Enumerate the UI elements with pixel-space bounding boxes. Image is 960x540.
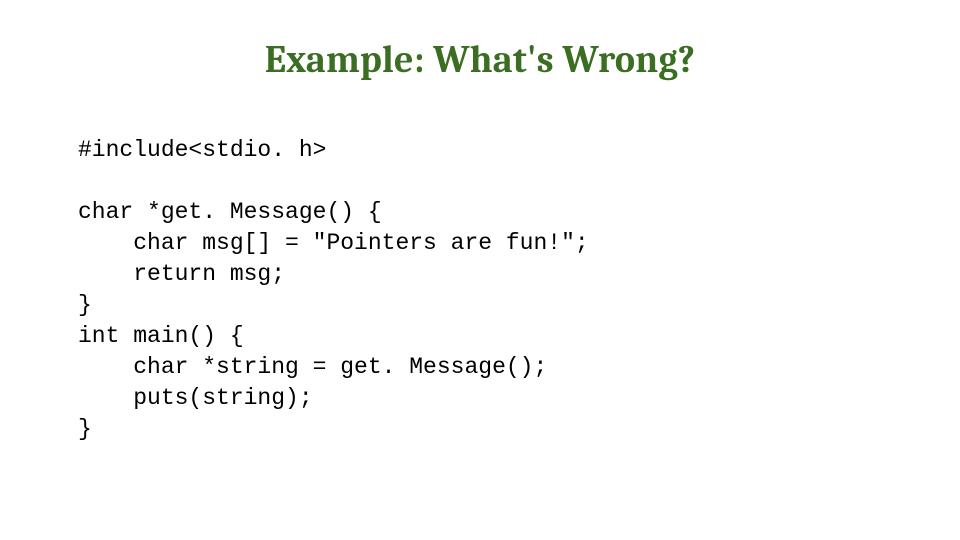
- slide-title: Example: What's Wrong?: [0, 38, 960, 82]
- slide: Example: What's Wrong? #include<stdio. h…: [0, 0, 960, 540]
- code-block: #include<stdio. h> char *get. Message() …: [78, 135, 589, 445]
